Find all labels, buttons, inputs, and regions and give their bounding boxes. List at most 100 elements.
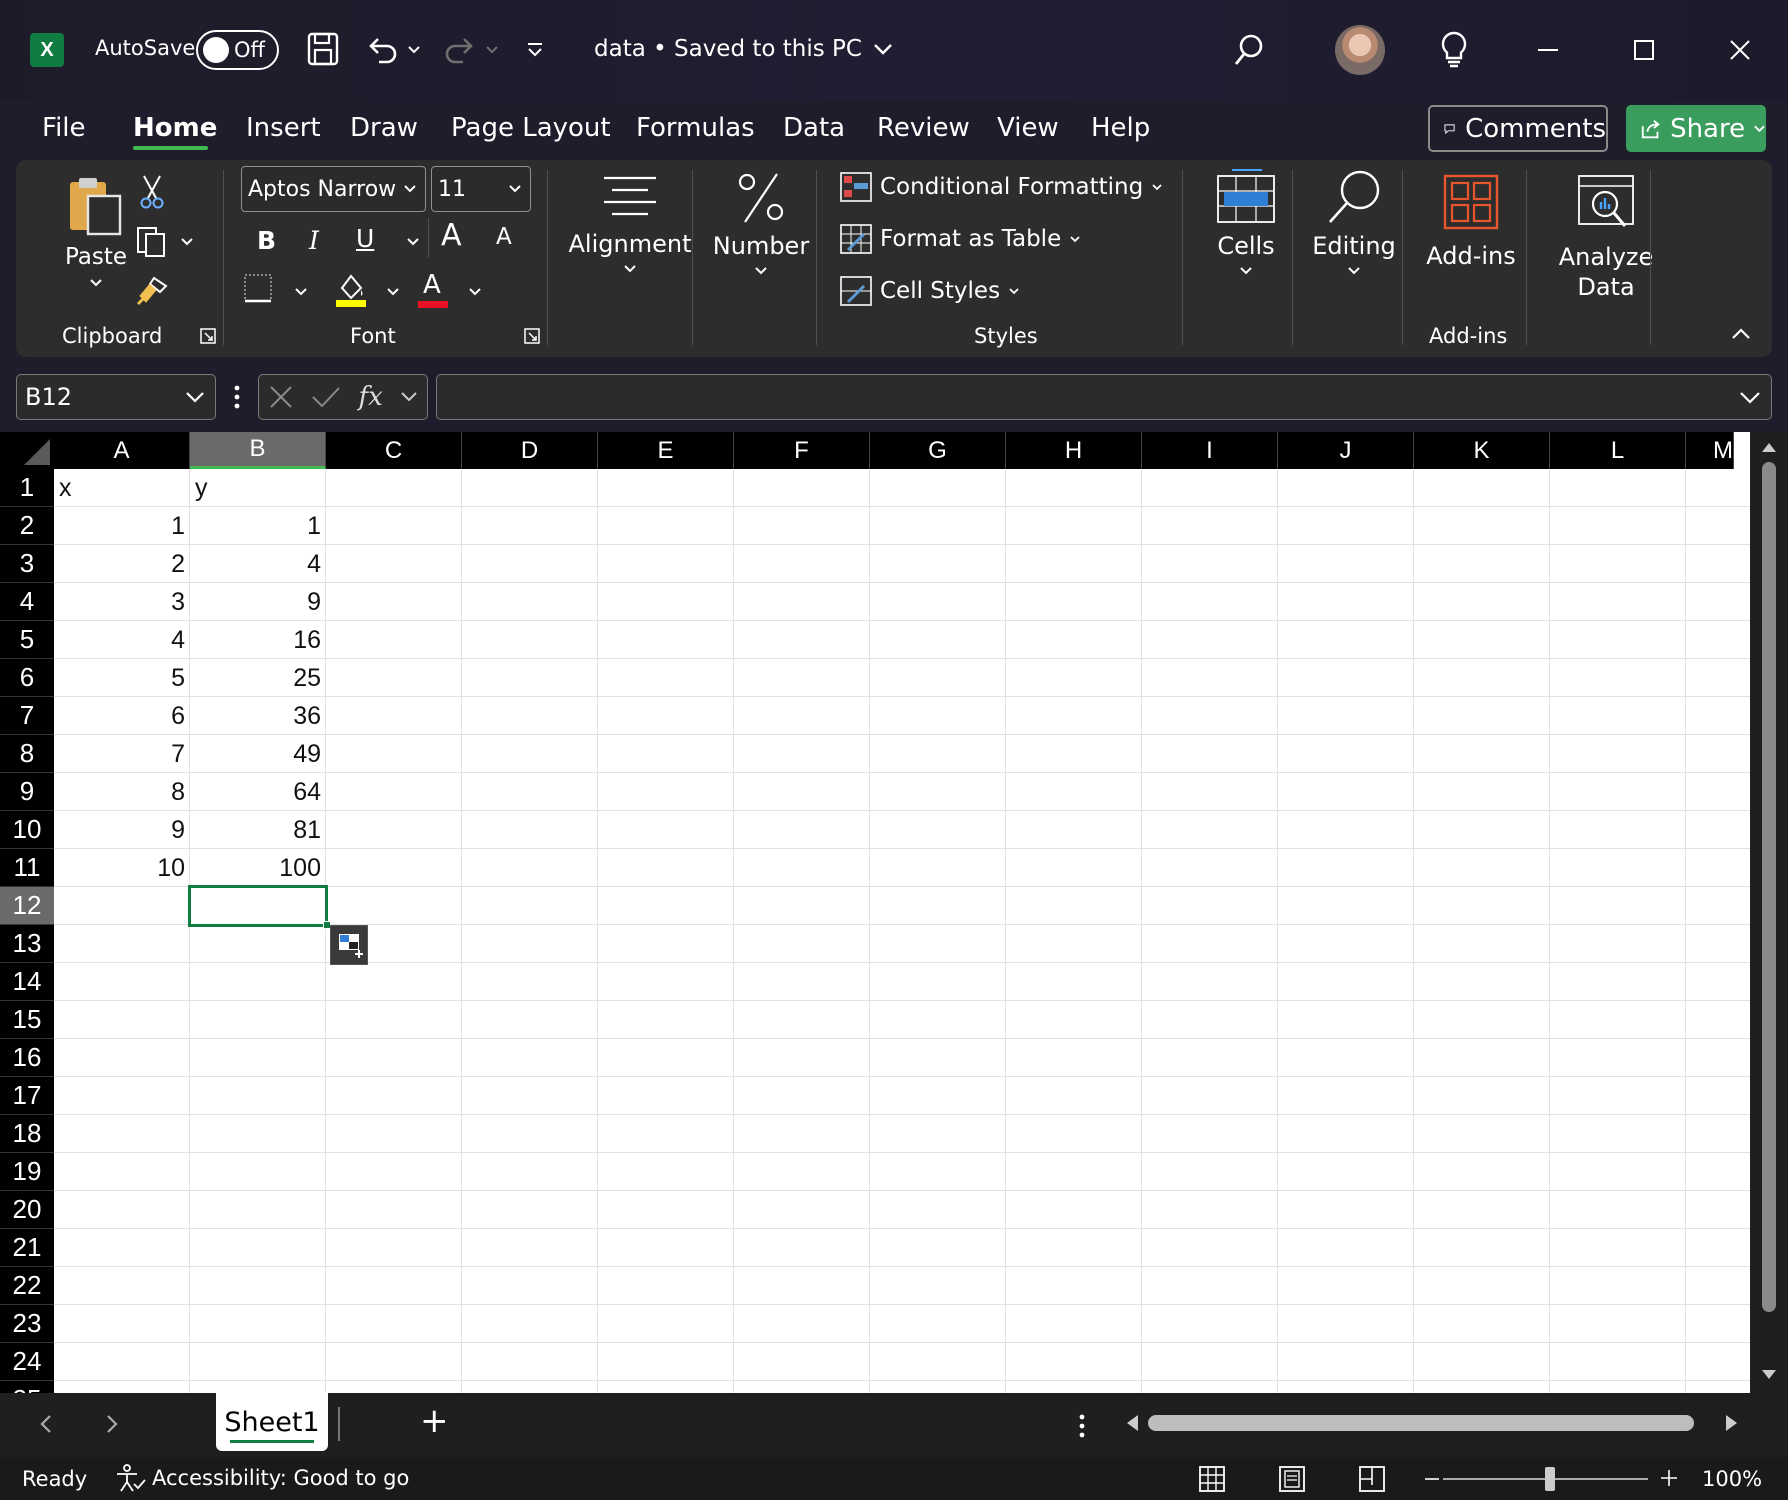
cell-a1[interactable]: x [54, 469, 190, 507]
tab-file[interactable]: File [42, 113, 86, 143]
fill-color-chevron-down-icon[interactable] [386, 282, 404, 300]
cell-a10[interactable]: 9 [54, 811, 190, 849]
cell-b7[interactable]: 36 [190, 697, 326, 735]
tab-help[interactable]: Help [1091, 113, 1150, 143]
row-header-21[interactable]: 21 [0, 1229, 54, 1267]
row-header-17[interactable]: 17 [0, 1077, 54, 1115]
row-header-5[interactable]: 5 [0, 621, 54, 659]
row-header-16[interactable]: 16 [0, 1039, 54, 1077]
row-header-14[interactable]: 14 [0, 963, 54, 1001]
underline-button[interactable]: U [356, 224, 374, 253]
zoom-out-icon[interactable] [1424, 1477, 1440, 1481]
add-sheet-button[interactable]: + [420, 1401, 449, 1441]
row-header-15[interactable]: 15 [0, 1001, 54, 1039]
number-button[interactable]: Number [706, 170, 816, 310]
cell-a2[interactable]: 1 [54, 507, 190, 545]
italic-button[interactable]: I [309, 226, 319, 255]
copy-chevron-down-icon[interactable] [180, 232, 198, 250]
column-header-a[interactable]: A [54, 432, 190, 469]
expand-formula-bar-icon[interactable] [1739, 391, 1761, 405]
cell-b9[interactable]: 64 [190, 773, 326, 811]
clipboard-launcher-icon[interactable] [200, 328, 218, 346]
row-header-20[interactable]: 20 [0, 1191, 54, 1229]
cell-a5[interactable]: 4 [54, 621, 190, 659]
row-header-6[interactable]: 6 [0, 659, 54, 697]
row-header-12[interactable]: 12 [0, 887, 54, 925]
confirm-formula-icon[interactable] [311, 385, 341, 409]
insert-function-button[interactable]: fx [359, 382, 383, 412]
analyze-data-button[interactable]: Analyze Data [1536, 174, 1676, 324]
row-header-18[interactable]: 18 [0, 1115, 54, 1153]
editing-button[interactable]: Editing [1304, 168, 1404, 308]
vertical-scroll-thumb[interactable] [1762, 462, 1776, 1312]
add-ins-button[interactable]: Add-ins [1416, 174, 1526, 284]
row-header-24[interactable]: 24 [0, 1343, 54, 1381]
cell-b2[interactable]: 1 [190, 507, 326, 545]
normal-view-icon[interactable] [1198, 1465, 1226, 1493]
undo-dropdown-chevron-icon[interactable] [405, 38, 423, 62]
cells-button[interactable]: Cells [1196, 168, 1296, 308]
page-layout-view-icon[interactable] [1278, 1465, 1306, 1493]
row-header-25[interactable]: 25 [0, 1381, 54, 1393]
cell-b4[interactable]: 9 [190, 583, 326, 621]
row-header-2[interactable]: 2 [0, 507, 54, 545]
font-size-select[interactable]: 11 [431, 166, 531, 212]
cell-b5[interactable]: 16 [190, 621, 326, 659]
row-header-22[interactable]: 22 [0, 1267, 54, 1305]
maximize-icon[interactable] [1626, 30, 1662, 70]
row-header-8[interactable]: 8 [0, 735, 54, 773]
font-launcher-icon[interactable] [524, 328, 542, 346]
row-header-23[interactable]: 23 [0, 1305, 54, 1343]
bold-button[interactable]: B [257, 226, 276, 255]
column-header-l[interactable]: L [1550, 432, 1686, 469]
redo-icon[interactable] [440, 30, 480, 68]
font-name-select[interactable]: Aptos Narrow [241, 166, 426, 212]
column-header-k[interactable]: K [1414, 432, 1550, 469]
row-header-13[interactable]: 13 [0, 925, 54, 963]
cell-a11[interactable]: 10 [54, 849, 190, 887]
alignment-button[interactable]: Alignment [560, 174, 700, 314]
share-chevron-down-icon[interactable] [1753, 124, 1766, 134]
tab-formulas[interactable]: Formulas [636, 113, 755, 143]
zoom-in-icon[interactable] [1660, 1469, 1678, 1487]
document-title[interactable]: data • Saved to this PC [594, 36, 894, 62]
scroll-right-icon[interactable] [1724, 1413, 1740, 1433]
name-box[interactable]: B12 [16, 374, 216, 420]
column-header-b[interactable]: B [190, 432, 326, 469]
scroll-left-icon[interactable] [1124, 1413, 1140, 1433]
minimize-icon[interactable] [1530, 36, 1566, 64]
cell-a8[interactable]: 7 [54, 735, 190, 773]
conditional-formatting-button[interactable]: Conditional Formatting [840, 172, 1163, 202]
more-options-icon[interactable] [233, 384, 241, 410]
cut-icon[interactable] [138, 174, 170, 210]
tab-draw[interactable]: Draw [350, 113, 418, 143]
column-header-g[interactable]: G [870, 432, 1006, 469]
comments-button[interactable]: Comments [1428, 105, 1608, 152]
cell-a6[interactable]: 5 [54, 659, 190, 697]
zoom-slider-thumb[interactable] [1545, 1467, 1555, 1491]
cell-b8[interactable]: 49 [190, 735, 326, 773]
cell-b3[interactable]: 4 [190, 545, 326, 583]
search-icon[interactable] [1228, 30, 1268, 70]
column-header-m[interactable]: M [1686, 432, 1734, 469]
fill-color-icon[interactable] [334, 270, 370, 310]
tab-home[interactable]: Home [133, 113, 217, 143]
column-header-e[interactable]: E [598, 432, 734, 469]
row-header-4[interactable]: 4 [0, 583, 54, 621]
paste-button[interactable]: Paste [56, 176, 136, 296]
cell-a9[interactable]: 8 [54, 773, 190, 811]
formula-input[interactable] [436, 374, 1772, 420]
underline-chevron-down-icon[interactable] [406, 232, 424, 250]
column-header-h[interactable]: H [1006, 432, 1142, 469]
cell-area[interactable]: x y 1 1 2 4 3 9 4 16 5 25 6 36 7 49 8 64 9 81 10 100 [54, 469, 1750, 1393]
row-header-10[interactable]: 10 [0, 811, 54, 849]
row-header-9[interactable]: 9 [0, 773, 54, 811]
redo-dropdown-chevron-icon[interactable] [483, 38, 501, 62]
font-color-chevron-down-icon[interactable] [468, 282, 486, 300]
sheet-tab-sheet1[interactable]: Sheet1 [216, 1393, 328, 1451]
zoom-level[interactable]: 100% [1702, 1467, 1762, 1491]
page-break-view-icon[interactable] [1358, 1465, 1386, 1493]
column-header-j[interactable]: J [1278, 432, 1414, 469]
share-button[interactable]: Share [1626, 105, 1766, 152]
cell-b10[interactable]: 81 [190, 811, 326, 849]
